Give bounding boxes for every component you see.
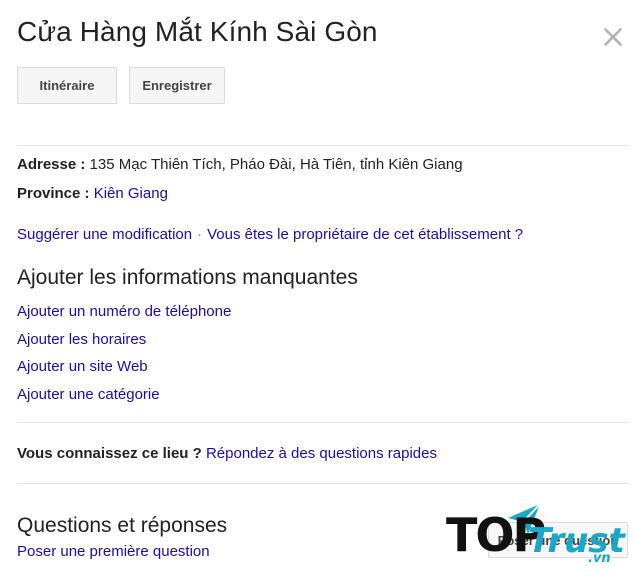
add-category-link[interactable]: Ajouter une catégorie [17,386,231,414]
divider [17,422,629,423]
ask-question-button[interactable]: Poser une question [488,522,628,558]
owner-link[interactable]: Vous êtes le propriétaire de cet établis… [207,226,523,243]
qa-heading: Questions et réponses [17,514,228,537]
ask-first-question-link[interactable]: Poser une première question [17,543,210,560]
missing-info-list: Ajouter un numéro de téléphone Ajouter l… [17,303,231,413]
close-button[interactable] [600,24,626,50]
province-row: Province : Kiên Giang [17,185,168,202]
add-hours-link[interactable]: Ajouter les horaires [17,331,231,359]
place-title: Cửa Hàng Mắt Kính Sài Gòn [17,16,378,47]
province-label: Province : [17,185,90,202]
address-value: 135 Mạc Thiên Tích, Pháo Đài, Hà Tiên, t… [89,156,463,173]
missing-info-heading: Ajouter les informations manquantes [17,266,358,289]
link-separator: · [197,226,203,243]
save-button[interactable]: Enregistrer [129,67,225,104]
address-label: Adresse : [17,156,86,173]
province-link[interactable]: Kiên Giang [94,185,168,202]
knowledge-panel: Cửa Hàng Mắt Kính Sài Gòn Itinéraire Enr… [0,0,635,581]
know-place-question: Vous connaissez ce lieu ? [17,445,202,462]
suggest-edit-link[interactable]: Suggérer une modification [17,226,192,243]
divider [17,483,629,484]
directions-button[interactable]: Itinéraire [17,67,117,104]
close-icon [604,28,622,46]
divider [17,145,629,146]
address-row: Adresse : 135 Mạc Thiên Tích, Pháo Đài, … [17,156,463,173]
add-phone-link[interactable]: Ajouter un numéro de téléphone [17,303,231,331]
edit-links: Suggérer une modification · Vous êtes le p… [17,226,523,243]
know-place-row: Vous connaissez ce lieu ? Répondez à des… [17,445,437,462]
quick-questions-link[interactable]: Répondez à des questions rapides [206,445,437,462]
add-website-link[interactable]: Ajouter un site Web [17,358,231,386]
